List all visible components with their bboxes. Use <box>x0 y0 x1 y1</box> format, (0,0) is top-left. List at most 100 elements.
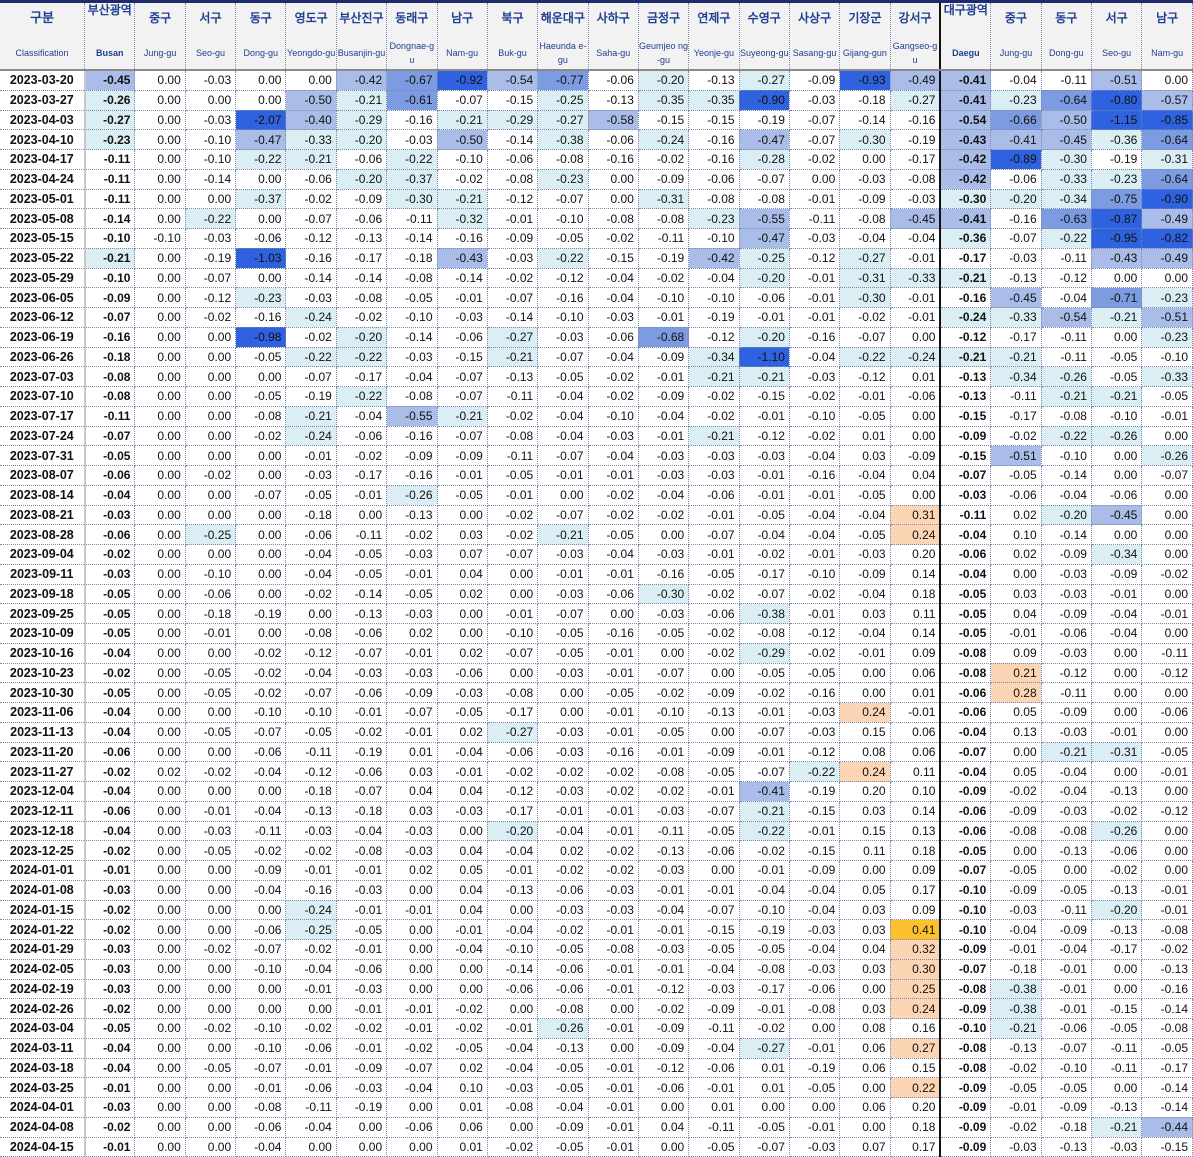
value-cell: -0.16 <box>285 248 337 269</box>
value-cell: -0.01 <box>285 1058 337 1079</box>
value-cell: 0.00 <box>588 169 639 190</box>
value-cell: -0.05 <box>638 623 690 644</box>
value-cell: 0.00 <box>437 979 488 1000</box>
value-cell: 0.00 <box>638 643 690 664</box>
value-cell: -0.06 <box>688 603 740 624</box>
value-cell: -0.02 <box>638 682 690 703</box>
value-cell: -0.07 <box>739 761 790 782</box>
value-cell: 0.00 <box>789 169 841 190</box>
value-cell: -0.01 <box>235 1077 287 1098</box>
header-ko: 강서구 <box>898 11 932 25</box>
table-row: 2024-01-15 -0.02 0.00 0.00 0.00 -0.24 -0.01 -0.… <box>0 900 1193 921</box>
value-cell: -0.20 <box>336 327 388 348</box>
value-cell: -0.08 <box>84 366 136 387</box>
value-cell: -0.06 <box>1091 485 1143 506</box>
value-cell: -0.01 <box>336 485 388 506</box>
value-cell: -0.16 <box>386 110 438 131</box>
value-cell: 0.00 <box>1091 327 1143 348</box>
value-cell: -0.22 <box>537 248 589 269</box>
value-cell: 0.00 <box>134 189 186 210</box>
value-cell: -0.01 <box>487 1018 539 1039</box>
value-cell: 0.00 <box>1091 979 1143 1000</box>
value-cell: -0.33 <box>890 268 941 289</box>
date-cell: 2024-03-25 <box>0 1077 86 1098</box>
value-cell: -0.05 <box>1041 880 1092 901</box>
value-cell: -0.05 <box>437 1038 488 1059</box>
value-cell: -0.05 <box>1141 1038 1193 1059</box>
date-cell: 2023-12-18 <box>0 821 86 842</box>
value-cell: 0.00 <box>134 327 186 348</box>
value-cell: -0.47 <box>235 129 287 150</box>
header-ko: 남구 <box>451 11 474 25</box>
value-cell: -0.08 <box>487 682 539 703</box>
value-cell: 0.01 <box>890 682 941 703</box>
value-cell: -0.01 <box>638 959 690 980</box>
table-row: 2024-03-25 -0.01 0.00 0.00 -0.01 -0.06 -0.03 -0… <box>0 1077 1193 1098</box>
value-cell: 0.00 <box>1141 524 1193 545</box>
value-cell: 0.27 <box>890 1038 941 1059</box>
value-cell: -0.06 <box>336 623 388 644</box>
value-cell: 0.00 <box>235 524 287 545</box>
value-cell: -0.07 <box>285 366 337 387</box>
date-cell: 2023-06-12 <box>0 307 86 328</box>
value-cell: 0.01 <box>688 1097 740 1118</box>
value-cell: -0.08 <box>939 643 992 664</box>
value-cell: -0.06 <box>285 1077 337 1098</box>
value-cell: -0.05 <box>185 682 237 703</box>
value-cell: -0.01 <box>890 248 941 269</box>
date-cell: 2024-01-15 <box>0 900 86 921</box>
value-cell: -0.01 <box>537 564 589 585</box>
value-cell: 0.00 <box>134 445 186 466</box>
value-cell: -0.23 <box>235 287 287 308</box>
value-cell: -0.03 <box>588 880 639 901</box>
date-cell: 2023-07-17 <box>0 406 86 427</box>
date-cell: 2023-07-10 <box>0 386 86 407</box>
value-cell: -0.20 <box>487 821 539 842</box>
price-change-table: 구분 Classification 부산광역 Busan 중구 Jung-gu 서구 Se… <box>0 0 1193 1157</box>
value-cell: -0.21 <box>1041 386 1092 407</box>
value-cell: -0.03 <box>336 880 388 901</box>
value-cell: 0.10 <box>990 524 1042 545</box>
date-cell: 2023-09-11 <box>0 564 86 585</box>
value-cell: -0.08 <box>939 1058 992 1079</box>
value-cell: -0.13 <box>588 90 639 111</box>
value-cell: 0.00 <box>386 1137 438 1157</box>
value-cell: 0.00 <box>285 603 337 624</box>
value-cell: -0.01 <box>588 1077 639 1098</box>
value-cell: -0.41 <box>939 208 992 229</box>
header-en: Geumjeo ng-gu <box>639 41 689 65</box>
value-cell: 0.21 <box>990 663 1042 684</box>
value-cell: -0.01 <box>588 643 639 664</box>
value-cell: 0.20 <box>890 544 941 565</box>
value-cell: -0.30 <box>638 584 690 605</box>
table-row: 2023-11-06 -0.04 0.00 0.00 -0.10 -0.10 -0.01 -0… <box>0 702 1193 723</box>
value-cell: 0.00 <box>134 70 186 91</box>
value-cell: -0.03 <box>1041 564 1092 585</box>
value-cell: -0.54 <box>1041 307 1092 328</box>
value-cell: -0.05 <box>84 623 136 644</box>
value-cell: 0.24 <box>890 998 941 1019</box>
value-cell: -0.02 <box>1141 564 1193 585</box>
value-cell: -0.35 <box>688 90 740 111</box>
value-cell: -0.09 <box>939 939 992 960</box>
value-cell: 0.00 <box>487 900 539 921</box>
value-cell: -0.02 <box>84 998 136 1019</box>
table-row: 2023-06-05 -0.09 0.00 -0.12 -0.23 -0.03 -0.08-… <box>0 287 1193 308</box>
value-cell: -0.15 <box>939 406 992 427</box>
value-cell: -0.16 <box>789 682 841 703</box>
value-cell: -0.05 <box>839 406 891 427</box>
value-cell: 0.00 <box>134 643 186 664</box>
value-cell: -0.27 <box>739 70 790 91</box>
value-cell: -0.01 <box>990 623 1042 644</box>
value-cell: 0.00 <box>134 840 186 861</box>
value-cell: -0.05 <box>537 1137 589 1157</box>
value-cell: -0.43 <box>939 129 992 150</box>
header-ko: 해운대구 <box>540 11 585 25</box>
value-cell: -0.09 <box>688 682 740 703</box>
header-ko: 서구 <box>1105 11 1128 25</box>
value-cell: -0.05 <box>739 505 790 526</box>
value-cell: 0.00 <box>185 1097 237 1118</box>
value-cell: -0.24 <box>890 347 941 368</box>
value-cell: -0.09 <box>1091 564 1143 585</box>
value-cell: -0.04 <box>839 623 891 644</box>
